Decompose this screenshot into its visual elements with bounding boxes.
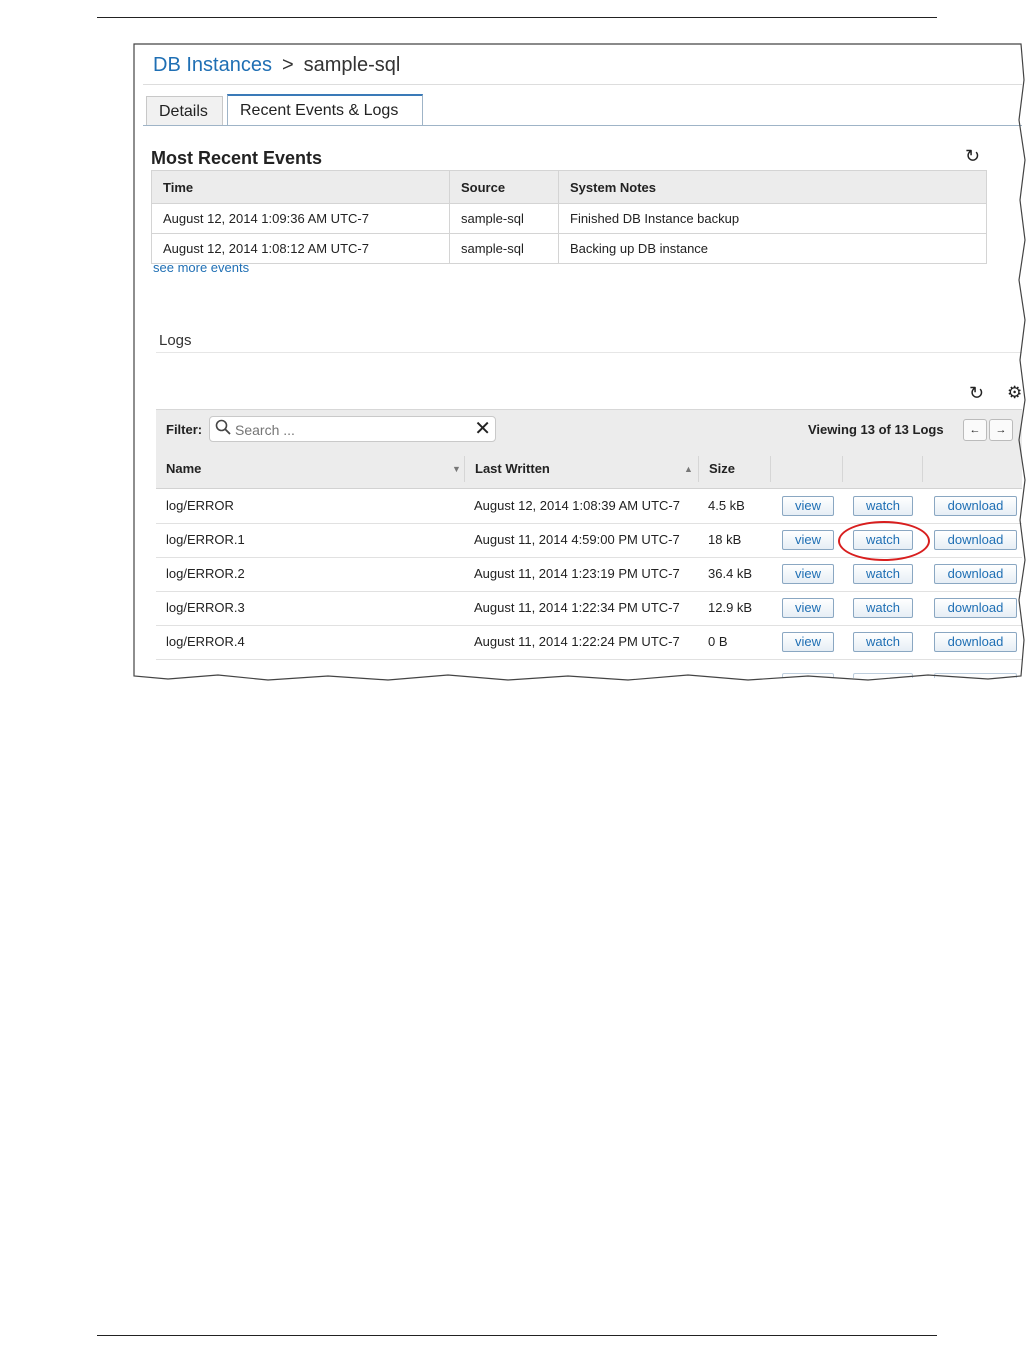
log-name: log/ERROR.4 [166,634,245,649]
log-last-written: August 11, 2014 1:23:19 PM UTC-7 [474,566,680,581]
breadcrumb-db-instances-link[interactable]: DB Instances [153,54,272,76]
header-divider [143,84,1022,85]
prev-page-button[interactable]: ← [963,419,987,441]
breadcrumb-separator: > [281,54,294,76]
log-name: log/ERROR [166,498,234,513]
clear-search-icon[interactable]: ✕ [474,417,491,441]
events-refresh-icon[interactable]: ↻ [965,146,980,167]
log-last-written: August 11, 2014 1:22:24 PM UTC-7 [474,634,680,649]
view-button[interactable]: view [782,598,834,618]
event-time: August 12, 2014 1:08:12 AM UTC-7 [151,233,450,264]
log-last-written: August 12, 2014 1:08:39 AM UTC-7 [474,498,680,513]
log-size: 12.9 kB [708,600,753,615]
tab-bar-underline [143,125,1022,126]
download-button[interactable]: download [934,598,1017,618]
event-notes: Backing up DB instance [558,233,987,264]
sort-name-icon[interactable]: ▼ [452,450,461,488]
view-button[interactable]: view [782,496,834,516]
page-top-rule [97,17,937,18]
search-input[interactable] [233,420,467,440]
view-button[interactable]: view [782,632,834,652]
breadcrumb: DB Instances > sample-sql [153,54,400,77]
event-row: August 12, 2014 1:08:12 AM UTC-7 sample-… [151,233,987,264]
log-size: 18 kB [708,532,742,547]
logs-header-last-written[interactable]: Last Written [475,450,550,488]
download-button[interactable]: download [934,632,1017,652]
log-size: 36.4 kB [708,566,753,581]
tab-details[interactable]: Details [146,96,223,126]
view-button-cut-off [782,673,834,678]
log-row: log/ERROR.2 August 11, 2014 1:23:19 PM U… [156,557,1022,592]
column-divider [842,456,843,482]
log-row-cut-off [156,666,1022,678]
download-button[interactable]: download [934,564,1017,584]
event-notes: Finished DB Instance backup [558,203,987,234]
download-button[interactable]: download [934,530,1017,550]
logs-header-name[interactable]: Name [166,450,201,488]
breadcrumb-current: sample-sql [303,54,401,76]
event-source: sample-sql [449,233,559,264]
log-name: log/ERROR.1 [166,532,245,547]
events-table: Time Source System Notes August 12, 2014… [151,170,987,264]
watch-button[interactable]: watch [853,564,913,584]
viewing-count: Viewing 13 of 13 Logs [808,422,944,437]
download-button-cut-off [934,673,1017,678]
event-source: sample-sql [449,203,559,234]
tab-recent-events-logs[interactable]: Recent Events & Logs [227,94,423,126]
sort-last-written-icon[interactable]: ▲ [684,450,693,488]
logs-section-title: Logs [159,332,192,349]
log-name: log/ERROR.3 [166,600,245,615]
watch-button-cut-off [853,673,913,678]
logs-filter-bar: Filter: ✕ Viewing 13 of 13 Logs ← → [156,409,1022,451]
settings-gear-icon[interactable]: ⚙ [1007,383,1022,403]
event-row: August 12, 2014 1:09:36 AM UTC-7 sample-… [151,203,987,234]
see-more-events-link[interactable]: see more events [153,260,249,275]
next-page-button[interactable]: → [989,419,1013,441]
log-row: log/ERROR August 12, 2014 1:08:39 AM UTC… [156,489,1022,524]
log-row: log/ERROR.4 August 11, 2014 1:22:24 PM U… [156,625,1022,660]
page-bottom-rule [97,1335,937,1336]
logs-table-header: Name ▼ Last Written ▲ Size [156,450,1022,489]
column-divider [922,456,923,482]
logs-refresh-icon[interactable]: ↻ [969,383,984,404]
events-header-source[interactable]: Source [449,170,559,204]
search-icon [215,419,231,440]
view-button[interactable]: view [782,564,834,584]
log-last-written: August 11, 2014 4:59:00 PM UTC-7 [474,532,680,547]
highlight-circle [838,521,930,561]
watch-button[interactable]: watch [853,598,913,618]
column-divider [770,456,771,482]
watch-button[interactable]: watch [853,632,913,652]
search-box: ✕ [209,416,496,442]
logs-header-size[interactable]: Size [709,450,735,488]
column-divider [464,456,465,482]
log-size: 4.5 kB [708,498,745,513]
logs-divider [156,352,1022,353]
log-row: log/ERROR.3 August 11, 2014 1:22:34 PM U… [156,591,1022,626]
watch-button[interactable]: watch [853,496,913,516]
download-button[interactable]: download [934,496,1017,516]
event-time: August 12, 2014 1:09:36 AM UTC-7 [151,203,450,234]
column-divider [698,456,699,482]
events-section-title: Most Recent Events [151,148,323,168]
events-header-notes[interactable]: System Notes [558,170,987,204]
events-header-time[interactable]: Time [151,170,450,204]
log-size: 0 B [708,634,728,649]
log-last-written: August 11, 2014 1:22:34 PM UTC-7 [474,600,680,615]
filter-label: Filter: [166,422,203,437]
log-name: log/ERROR.2 [166,566,245,581]
console-screenshot: DB Instances > sample-sql Details Recent E… [134,44,1022,678]
view-button[interactable]: view [782,530,834,550]
